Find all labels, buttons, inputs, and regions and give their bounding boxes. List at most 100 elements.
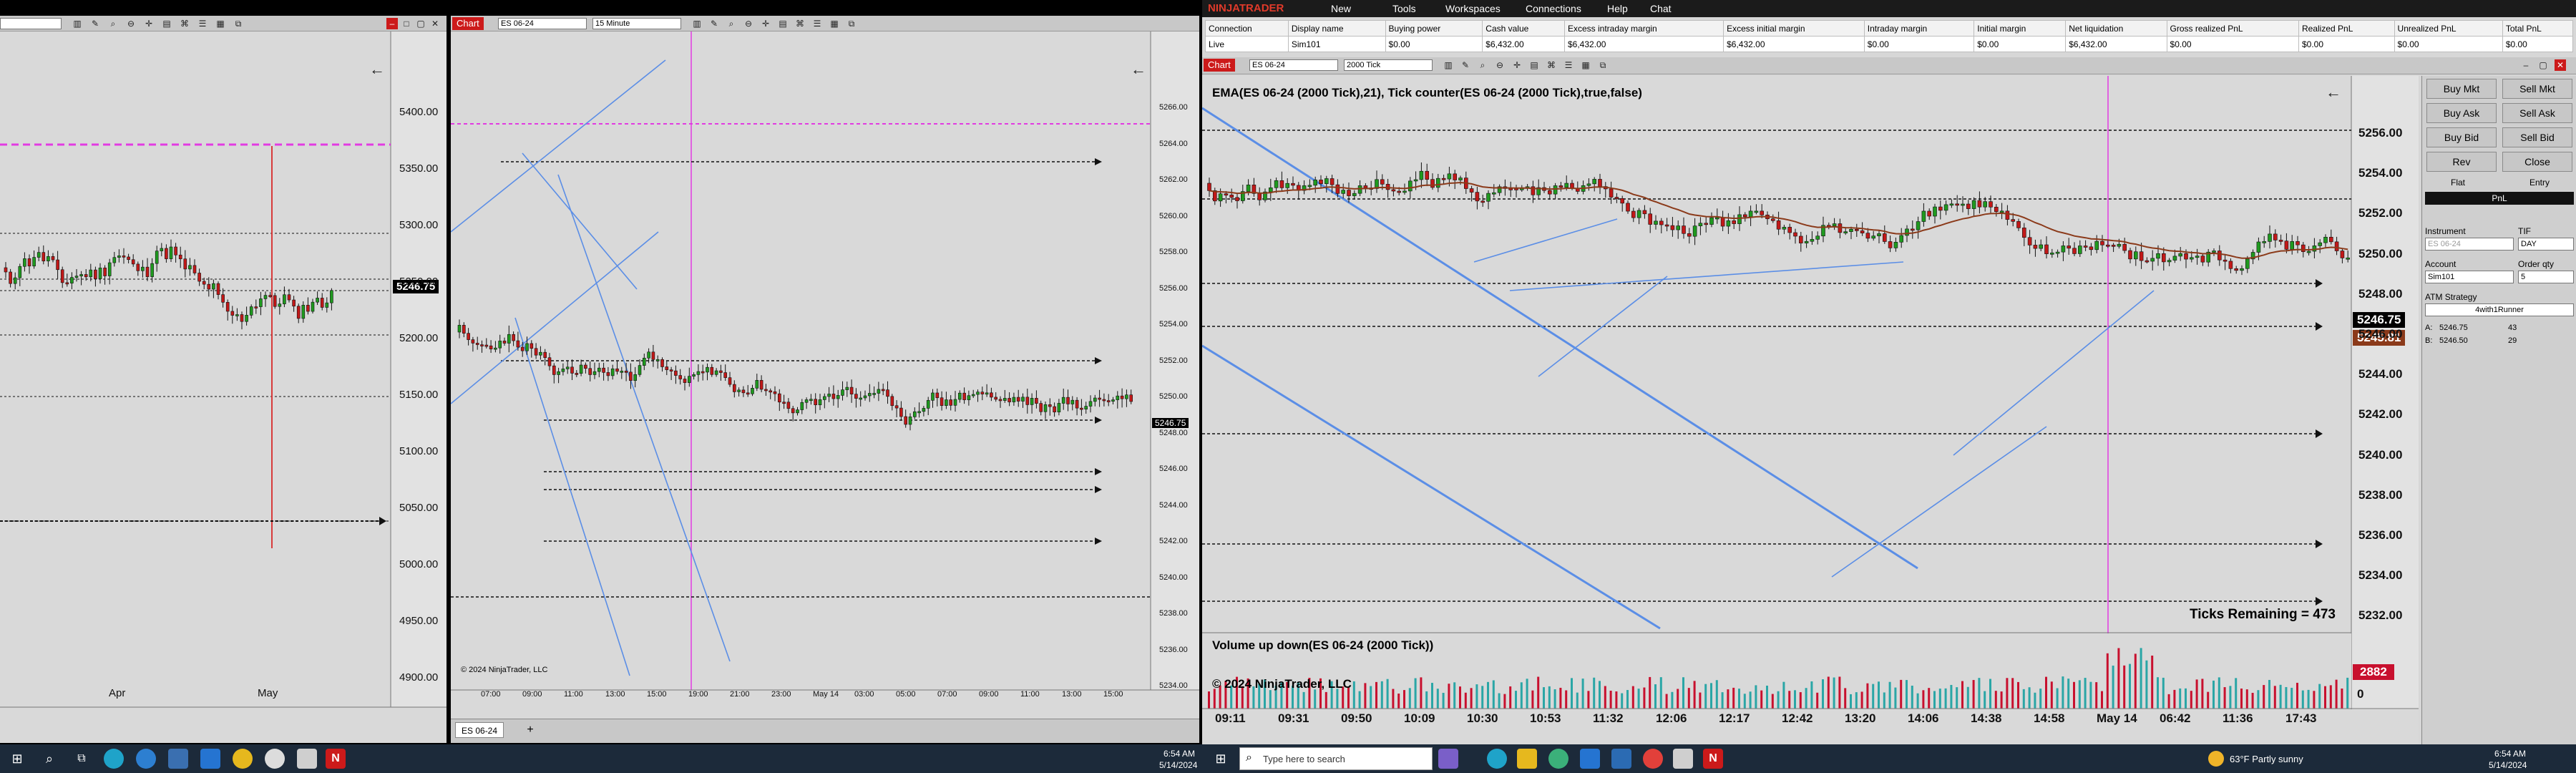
accounts-header-cell[interactable]: Initial margin	[1974, 20, 2067, 37]
menu-connections[interactable]: Connections	[1526, 3, 1581, 14]
bar-type-icon[interactable]: ▥	[691, 18, 703, 29]
explorer-icon[interactable]	[1517, 749, 1537, 769]
accounts-header-cell[interactable]: Connection	[1205, 20, 1289, 37]
atm-select[interactable]: 4with1Runner	[2425, 303, 2574, 316]
mid-interval-select[interactable]: 15 Minute	[592, 18, 681, 29]
store-icon[interactable]	[1580, 749, 1600, 769]
crosshair-icon[interactable]: ✛	[760, 18, 771, 29]
sell-bid-button[interactable]: Sell Bid	[2502, 127, 2572, 147]
right-interval-select[interactable]: 2000 Tick	[1344, 59, 1433, 71]
templates-icon[interactable]: ▦	[1580, 59, 1591, 71]
instrument-field[interactable]: ES 06-24	[2425, 238, 2514, 251]
app-icon[interactable]	[1673, 749, 1693, 769]
widgets-icon[interactable]	[1438, 749, 1458, 769]
tif-select[interactable]: DAY	[2518, 238, 2574, 251]
strategies-icon[interactable]: ☰	[1563, 59, 1574, 71]
accounts-header-cell[interactable]: Total PnL	[2502, 20, 2574, 37]
buy-bid-button[interactable]: Buy Bid	[2426, 127, 2497, 147]
search-icon[interactable]: ⌕	[39, 749, 59, 769]
indicators-icon[interactable]: ⌘	[179, 18, 190, 29]
draw-icon[interactable]: ✎	[1460, 59, 1471, 71]
strategies-icon[interactable]: ☰	[811, 18, 823, 29]
zoom-icon[interactable]: ⌕	[726, 18, 737, 29]
zoom-icon[interactable]: ⌕	[1477, 59, 1488, 71]
maximize-icon[interactable]: ▢	[415, 18, 426, 29]
accounts-header-cell[interactable]: Excess initial margin	[1723, 20, 1865, 37]
properties-icon[interactable]: ▤	[161, 18, 172, 29]
app-icon[interactable]	[297, 749, 317, 769]
accounts-header-cell[interactable]: Net liquidation	[2065, 20, 2167, 37]
close-icon[interactable]: ✕	[2555, 59, 2566, 71]
accounts-header-cell[interactable]: Realized PnL	[2298, 20, 2395, 37]
attach-icon[interactable]: ⧉	[233, 18, 244, 29]
chrome-icon[interactable]	[136, 749, 156, 769]
right-chart-tab[interactable]: Chart	[1204, 59, 1235, 72]
store-icon[interactable]	[168, 749, 188, 769]
bar-type-icon[interactable]: ▥	[1443, 59, 1454, 71]
accounts-header-cell[interactable]: Display name	[1287, 20, 1386, 37]
add-tab-icon[interactable]: +	[522, 722, 538, 738]
indicators-icon[interactable]: ⌘	[1546, 59, 1557, 71]
qty-stepper[interactable]: 5	[2518, 271, 2574, 283]
taskbar-search[interactable]: ⌕ Type here to search	[1239, 747, 1433, 770]
close-position-button[interactable]: Close	[2502, 152, 2572, 172]
minimize-icon[interactable]: –	[386, 18, 398, 29]
strategies-icon[interactable]: ☰	[197, 18, 208, 29]
sell-mkt-button[interactable]: Sell Mkt	[2502, 79, 2572, 99]
account-select[interactable]: Sim101	[2425, 271, 2514, 283]
draw-icon[interactable]: ✎	[708, 18, 720, 29]
crosshair-icon[interactable]: ✛	[143, 18, 155, 29]
ninjatrader-icon[interactable]: N	[326, 749, 346, 769]
taskview-icon[interactable]: ⧉	[72, 749, 92, 769]
menu-chat[interactable]: Chat	[1650, 3, 1672, 14]
ninjatrader-icon[interactable]: N	[1703, 749, 1723, 769]
accounts-header-cell[interactable]: Excess intraday margin	[1563, 20, 1724, 37]
menu-workspaces[interactable]: Workspaces	[1445, 3, 1501, 14]
attach-icon[interactable]: ⧉	[1597, 59, 1609, 71]
close-icon[interactable]: ✕	[429, 18, 441, 29]
attach-icon[interactable]: ⧉	[846, 18, 857, 29]
mail-icon[interactable]	[200, 749, 220, 769]
left-interval-select[interactable]	[0, 18, 62, 29]
maximize-icon[interactable]: ▢	[2537, 59, 2549, 71]
sell-ask-button[interactable]: Sell Ask	[2502, 103, 2572, 123]
indicators-icon[interactable]: ⌘	[794, 18, 806, 29]
menu-new[interactable]: New	[1331, 3, 1351, 14]
chrome2-icon[interactable]	[1643, 749, 1663, 769]
start-icon[interactable]: ⊞	[7, 749, 27, 769]
buy-ask-button[interactable]: Buy Ask	[2426, 103, 2497, 123]
edge-icon[interactable]	[1487, 749, 1507, 769]
chrome2-icon[interactable]	[233, 749, 253, 769]
zoom-out-icon[interactable]: ⊖	[125, 18, 137, 29]
chrome-icon[interactable]	[1548, 749, 1568, 769]
menu-help[interactable]: Help	[1607, 3, 1628, 14]
accounts-header-cell[interactable]: Intraday margin	[1863, 20, 1975, 37]
accounts-header-cell[interactable]: Buying power	[1385, 20, 1483, 37]
accounts-header-cell[interactable]: Gross realized PnL	[2166, 20, 2299, 37]
bar-type-icon[interactable]: ▥	[72, 18, 83, 29]
reverse-button[interactable]: Rev	[2426, 152, 2497, 172]
accounts-header-cell[interactable]: Unrealized PnL	[2394, 20, 2503, 37]
properties-icon[interactable]: ▤	[777, 18, 789, 29]
zoom-out-icon[interactable]: ⊖	[743, 18, 754, 29]
restore-icon[interactable]: □	[401, 18, 412, 29]
weather-icon[interactable]	[2208, 751, 2224, 767]
templates-icon[interactable]: ▦	[215, 18, 226, 29]
zoom-icon[interactable]: ⌕	[107, 18, 119, 29]
mid-instrument-select[interactable]: ES 06-24	[498, 18, 587, 29]
properties-icon[interactable]: ▤	[1528, 59, 1540, 71]
minimize-icon[interactable]: –	[2520, 59, 2532, 71]
crosshair-icon[interactable]: ✛	[1511, 59, 1523, 71]
zoom-out-icon[interactable]: ⊖	[1494, 59, 1506, 71]
draw-icon[interactable]: ✎	[89, 18, 101, 29]
right-instrument-select[interactable]: ES 06-24	[1249, 59, 1338, 71]
start-icon[interactable]: ⊞	[1211, 749, 1231, 769]
mid-chart-tab[interactable]: Chart	[452, 17, 484, 30]
templates-icon[interactable]: ▦	[829, 18, 840, 29]
buy-mkt-button[interactable]: Buy Mkt	[2426, 79, 2497, 99]
edge-icon[interactable]	[104, 749, 124, 769]
mail-icon[interactable]	[1611, 749, 1631, 769]
accounts-row[interactable]: Live Sim101 $0.00 $6,432.00 $6,432.00 $6,432.…	[1205, 36, 2574, 52]
menu-tools[interactable]: Tools	[1392, 3, 1416, 14]
chrome3-icon[interactable]	[265, 749, 285, 769]
